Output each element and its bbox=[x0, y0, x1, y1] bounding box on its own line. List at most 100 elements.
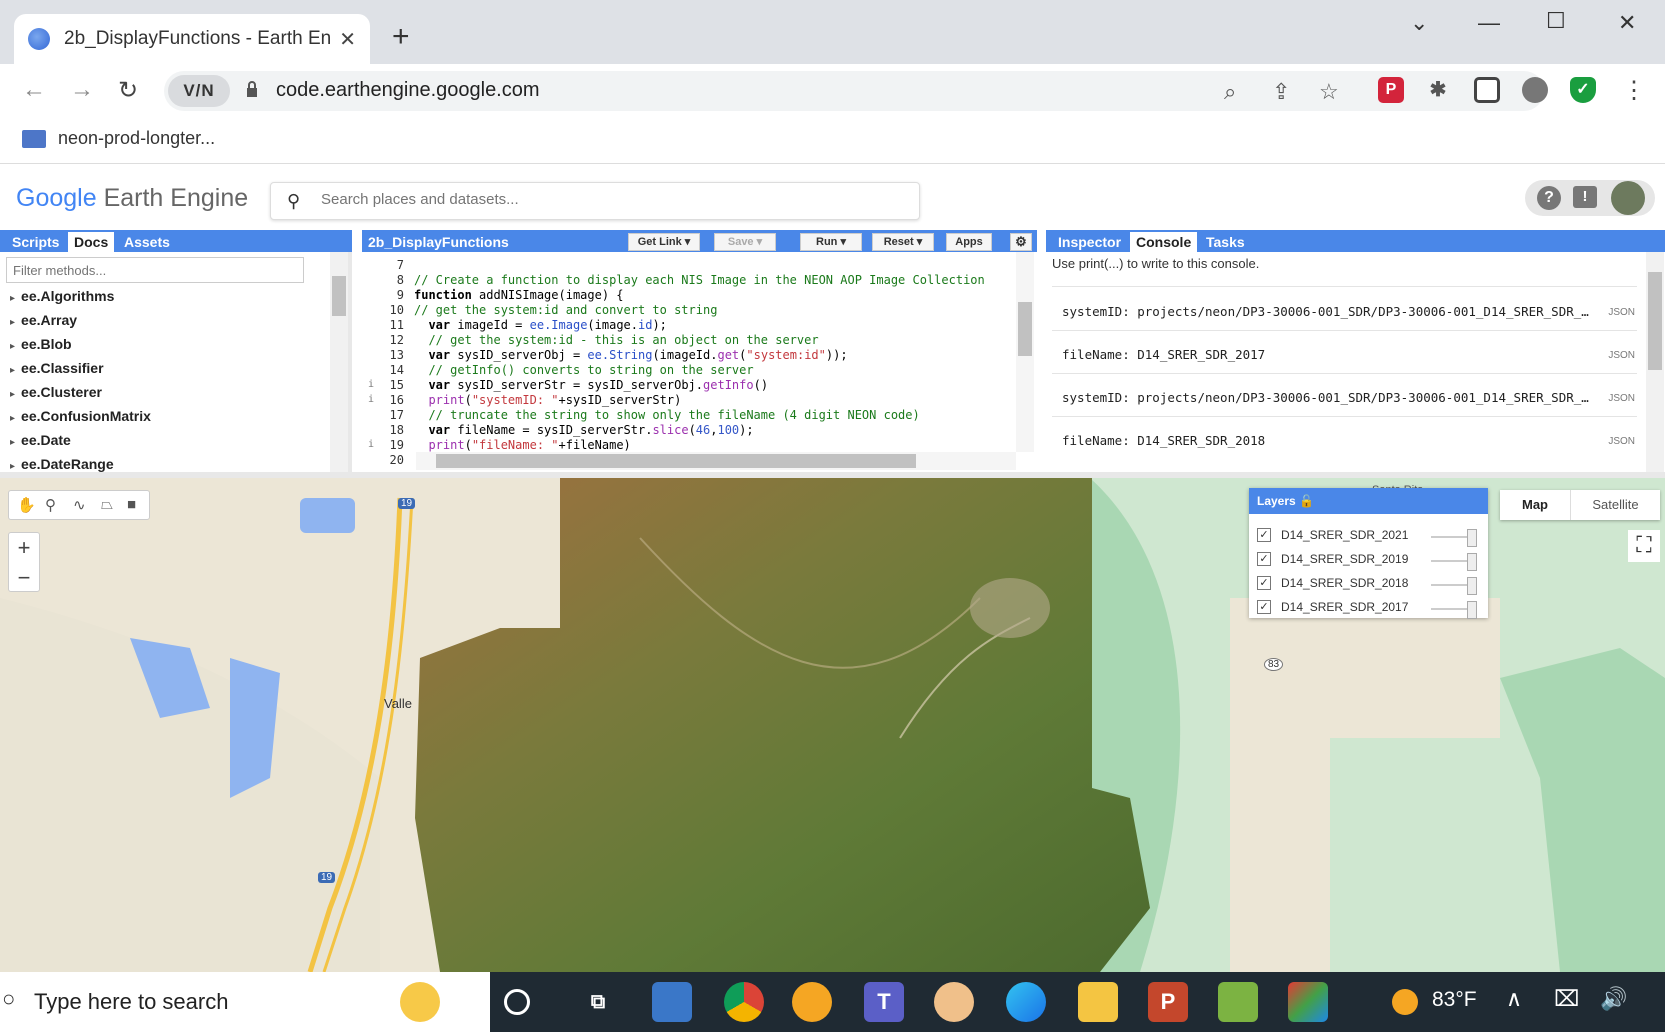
places-search-input[interactable] bbox=[321, 191, 901, 208]
point-marker-icon[interactable]: ⚲ bbox=[45, 496, 56, 514]
docs-scroll-thumb[interactable] bbox=[332, 276, 346, 316]
settings-gear-icon[interactable]: ⚙ bbox=[1010, 233, 1032, 251]
qgis-icon[interactable] bbox=[1218, 982, 1258, 1022]
file-explorer-icon[interactable] bbox=[1078, 982, 1118, 1022]
layer-row[interactable]: ✓ D14_SRER_SDR_2017 bbox=[1257, 600, 1408, 614]
lock-icon[interactable]: 🔓 bbox=[1299, 494, 1314, 508]
help-icon[interactable]: ? bbox=[1537, 186, 1561, 210]
layer-checkbox[interactable]: ✓ bbox=[1257, 576, 1271, 590]
layer-row[interactable]: ✓ D14_SRER_SDR_2019 bbox=[1257, 552, 1408, 566]
editor-hscroll-thumb[interactable] bbox=[436, 454, 916, 468]
opacity-slider[interactable] bbox=[1431, 601, 1477, 619]
editor-horizontal-scrollbar[interactable] bbox=[416, 452, 1016, 470]
close-window-icon[interactable]: ✕ bbox=[1618, 10, 1636, 36]
layer-row[interactable]: ✓ D14_SRER_SDR_2018 bbox=[1257, 576, 1408, 590]
reload-icon[interactable]: ↻ bbox=[118, 76, 138, 105]
doc-item[interactable]: ee.Clusterer bbox=[10, 384, 102, 400]
zoom-icon[interactable]: ⌕ bbox=[1224, 79, 1236, 105]
opacity-slider[interactable] bbox=[1431, 577, 1477, 595]
vpn-icon[interactable]: V/N bbox=[168, 75, 230, 107]
taskbar-search[interactable]: ○ Type here to search bbox=[0, 972, 490, 1032]
console-scroll-thumb[interactable] bbox=[1648, 272, 1662, 370]
rectangle-tool-icon[interactable]: ■ bbox=[127, 496, 136, 513]
doc-item[interactable]: ee.DateRange bbox=[10, 456, 114, 472]
share-icon[interactable]: ⇪ bbox=[1272, 79, 1290, 105]
back-icon[interactable]: ← bbox=[22, 76, 46, 104]
pinterest-extension-icon[interactable]: P bbox=[1378, 77, 1404, 103]
console-entry[interactable]: systemID: projects/neon/DP3-30006-001_SD… bbox=[1062, 304, 1589, 319]
cortana-icon[interactable] bbox=[504, 989, 530, 1015]
extensions-puzzle-icon[interactable]: ✱ bbox=[1425, 77, 1451, 103]
search-highlight-icon[interactable] bbox=[400, 982, 440, 1022]
chrome-icon[interactable] bbox=[724, 982, 764, 1022]
tab-console[interactable]: Console bbox=[1130, 232, 1198, 252]
profile-icon[interactable] bbox=[1522, 77, 1548, 103]
map-type-satellite[interactable]: Satellite bbox=[1570, 490, 1660, 520]
console-entry[interactable]: fileName: D14_SRER_SDR_2018 bbox=[1062, 433, 1265, 448]
filter-methods-input[interactable] bbox=[6, 257, 304, 283]
browser-tab[interactable]: 2b_DisplayFunctions - Earth Engi ✕ bbox=[14, 14, 370, 64]
tab-search-icon[interactable]: ⌄ bbox=[1410, 10, 1428, 36]
powerpoint-icon[interactable]: P bbox=[1148, 982, 1188, 1022]
editor-scroll-thumb[interactable] bbox=[1018, 302, 1032, 356]
json-toggle[interactable]: JSON bbox=[1608, 350, 1635, 361]
layer-checkbox[interactable]: ✓ bbox=[1257, 528, 1271, 542]
tab-docs[interactable]: Docs bbox=[68, 232, 115, 252]
places-search-box[interactable]: ⚲ bbox=[270, 182, 920, 220]
teams-icon[interactable]: T bbox=[864, 982, 904, 1022]
git-app-icon[interactable] bbox=[1288, 982, 1328, 1022]
minimize-icon[interactable]: — bbox=[1478, 10, 1500, 36]
docs-scrollbar[interactable] bbox=[330, 252, 348, 472]
layer-row[interactable]: ✓ D14_SRER_SDR_2021 bbox=[1257, 528, 1408, 542]
omnibox[interactable]: V/N code.earthengine.google.com ⌕ ⇪ ☆ bbox=[164, 71, 1544, 111]
reset-button[interactable]: Reset ▾ bbox=[872, 233, 934, 251]
opacity-slider[interactable] bbox=[1431, 529, 1477, 547]
close-tab-icon[interactable]: ✕ bbox=[339, 27, 356, 52]
opacity-slider[interactable] bbox=[1431, 553, 1477, 571]
tab-scripts[interactable]: Scripts bbox=[6, 232, 65, 252]
polygon-tool-icon[interactable]: ⏢ bbox=[101, 496, 113, 513]
task-view-icon[interactable]: ⧉ bbox=[578, 982, 618, 1022]
bookmark-item[interactable]: neon-prod-longter... bbox=[22, 128, 215, 149]
tray-chevron-icon[interactable]: ∧ bbox=[1506, 986, 1522, 1012]
console-entry[interactable]: fileName: D14_SRER_SDR_2017 bbox=[1062, 347, 1265, 362]
shield-extension-icon[interactable]: ✓ bbox=[1570, 77, 1596, 103]
run-button[interactable]: Run ▾ bbox=[800, 233, 862, 251]
get-link-button[interactable]: Get Link ▾ bbox=[628, 233, 700, 251]
feedback-icon[interactable]: ! bbox=[1573, 186, 1597, 208]
edge-icon[interactable] bbox=[1006, 982, 1046, 1022]
user-avatar[interactable] bbox=[1611, 181, 1645, 215]
pan-hand-icon[interactable]: ✋ bbox=[17, 496, 36, 514]
chrome-menu-icon[interactable]: ⋮ bbox=[1622, 76, 1646, 105]
console-entry[interactable]: systemID: projects/neon/DP3-30006-001_SD… bbox=[1062, 390, 1589, 405]
doc-item[interactable]: ee.Blob bbox=[10, 336, 72, 352]
doc-item[interactable]: ee.Algorithms bbox=[10, 288, 114, 304]
map-type-map[interactable]: Map bbox=[1500, 490, 1570, 520]
code-editor[interactable]: 7 8 9 10 11 12 13 14 15 16 17 18 19 20 i… bbox=[362, 252, 1037, 472]
fullscreen-icon[interactable]: ⛶ bbox=[1628, 530, 1660, 562]
new-tab-button[interactable]: + bbox=[392, 22, 410, 52]
temperature[interactable]: 83°F bbox=[1432, 988, 1477, 1012]
editor-vertical-scrollbar[interactable] bbox=[1016, 252, 1034, 452]
json-toggle[interactable]: JSON bbox=[1608, 393, 1635, 404]
tab-tasks[interactable]: Tasks bbox=[1200, 232, 1251, 252]
volume-icon[interactable]: 🔊 bbox=[1600, 986, 1627, 1012]
json-toggle[interactable]: JSON bbox=[1608, 307, 1635, 318]
tab-assets[interactable]: Assets bbox=[118, 232, 176, 252]
line-tool-icon[interactable]: ∿ bbox=[73, 496, 86, 514]
layer-checkbox[interactable]: ✓ bbox=[1257, 552, 1271, 566]
gee-logo[interactable]: Google Earth Engine bbox=[16, 184, 248, 213]
doc-item[interactable]: ee.Classifier bbox=[10, 360, 104, 376]
console-scrollbar[interactable] bbox=[1646, 252, 1664, 472]
doc-item[interactable]: ee.Array bbox=[10, 312, 77, 328]
paint-icon[interactable] bbox=[934, 982, 974, 1022]
tab-inspector[interactable]: Inspector bbox=[1052, 232, 1127, 252]
bookmark-star-icon[interactable]: ☆ bbox=[1319, 79, 1339, 105]
url-text[interactable]: code.earthengine.google.com bbox=[276, 79, 540, 102]
zoom-in-button[interactable]: + bbox=[9, 533, 39, 563]
json-toggle[interactable]: JSON bbox=[1608, 436, 1635, 447]
apps-button[interactable]: Apps bbox=[946, 233, 992, 251]
side-panel-icon[interactable] bbox=[1474, 77, 1500, 103]
remote-desktop-icon[interactable] bbox=[652, 982, 692, 1022]
doc-item[interactable]: ee.Date bbox=[10, 432, 71, 448]
